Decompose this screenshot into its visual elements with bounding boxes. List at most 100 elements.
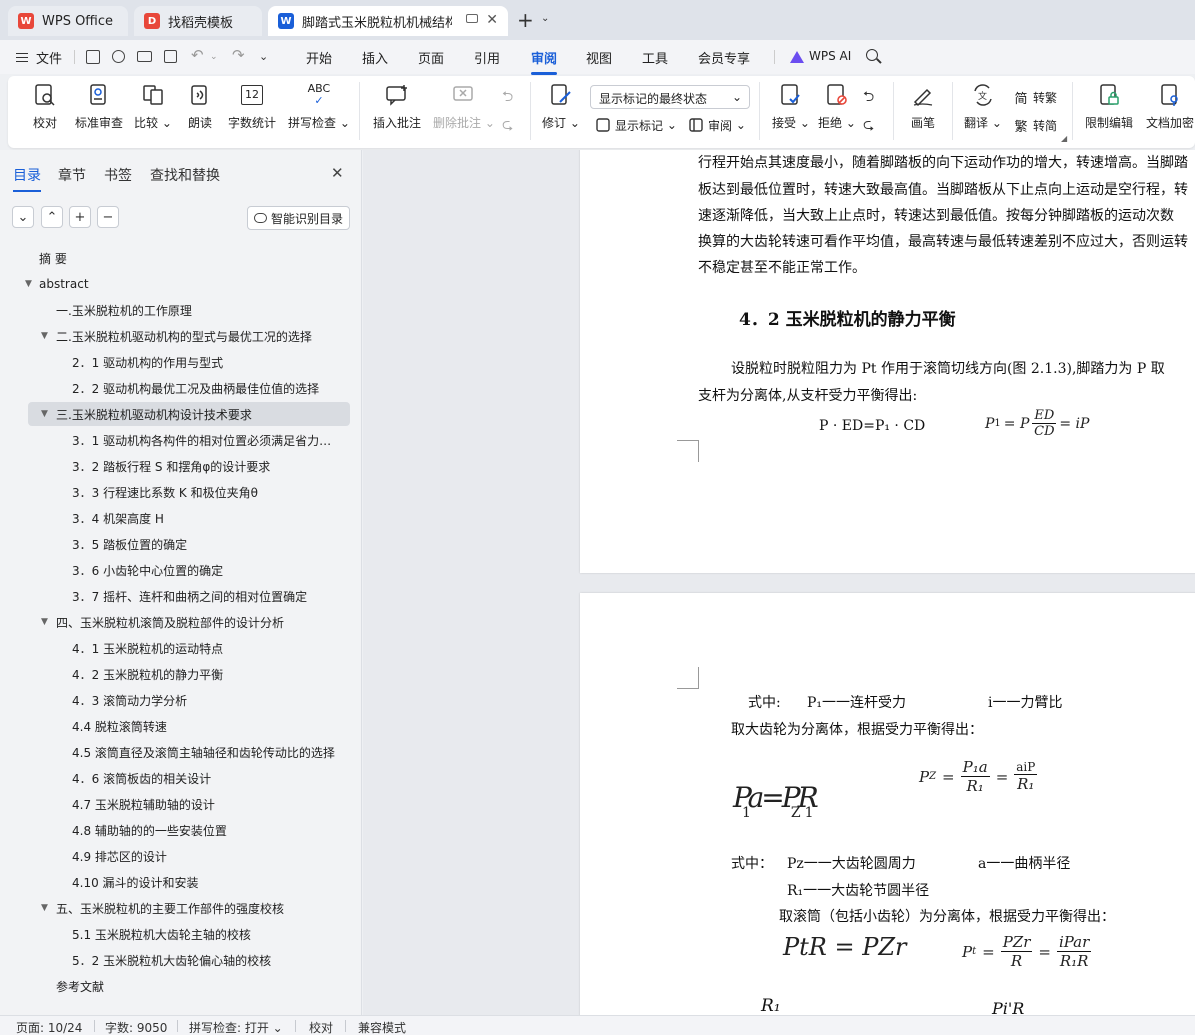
undo-icon[interactable]: ↶ xyxy=(191,46,204,64)
translate-button[interactable]: 文 翻译 ⌄ xyxy=(964,82,1002,131)
read-aloud-button[interactable]: 朗读 xyxy=(187,82,213,131)
to-traditional-button[interactable]: 简 转繁 xyxy=(1012,88,1057,107)
remove-heading-button[interactable]: − xyxy=(97,206,119,228)
tab-wps-office[interactable]: W WPS Office xyxy=(8,6,128,36)
smart-toc-button[interactable]: 智能识别目录 xyxy=(247,206,350,230)
pen-button[interactable]: 画笔 xyxy=(910,82,936,131)
menu-member[interactable]: 会员专享 xyxy=(698,48,750,67)
toc-item[interactable]: 4．2 玉米脱粒机的静力平衡 xyxy=(0,662,362,686)
expand-level-button[interactable]: ⌃ xyxy=(41,206,63,228)
menu-page[interactable]: 页面 xyxy=(418,48,444,67)
tab-document[interactable]: W 脚踏式玉米脱粒机机械结构设计 ✕ xyxy=(268,6,508,36)
next-comment-icon[interactable]: ⮎ xyxy=(502,114,513,138)
menu-insert[interactable]: 插入 xyxy=(362,48,388,67)
compare-button[interactable]: 比较 ⌄ xyxy=(134,82,172,131)
toc-item[interactable]: 3．7 摇杆、连杆和曲柄之间的相对位置确定 xyxy=(0,584,362,608)
toc-item[interactable]: 3．4 机架高度 H xyxy=(0,506,362,530)
toc-item[interactable]: 4.4 脱粒滚筒转速 xyxy=(0,714,362,738)
menu-file[interactable]: 文件 xyxy=(36,48,62,67)
print-icon[interactable] xyxy=(137,51,152,62)
menu-view[interactable]: 视图 xyxy=(586,48,612,67)
prev-comment-icon[interactable]: ⮌ xyxy=(502,86,513,110)
toc-item[interactable]: ▼ 三.玉米脱粒机驱动机构设计技术要求 xyxy=(28,402,350,426)
tab-find-replace[interactable]: 查找和替换 xyxy=(150,165,220,185)
delete-comment-button[interactable]: 删除批注 ⌄ xyxy=(433,82,495,131)
more-chevron-icon[interactable]: ⌄ xyxy=(259,50,268,63)
expand-triangle-icon[interactable]: ▼ xyxy=(25,279,32,289)
menu-review[interactable]: 审阅 xyxy=(531,48,558,75)
close-tab-icon[interactable]: ✕ xyxy=(486,12,498,28)
monitor-icon[interactable] xyxy=(466,14,478,23)
menu-wps-ai[interactable]: WPS AI xyxy=(809,49,851,63)
proofread-button[interactable]: 校对 xyxy=(32,82,58,131)
toc-item[interactable]: ▼ 五、玉米脱粒机的主要工作部件的强度校核 xyxy=(0,896,362,920)
toc-item[interactable]: 3．2 踏板行程 S 和摆角φ的设计要求 xyxy=(0,454,362,478)
document-encrypt-button[interactable]: 文档加密 xyxy=(1146,82,1194,131)
close-pane-icon[interactable]: ✕ xyxy=(331,164,344,182)
toc-item[interactable]: 一.玉米脱粒机的工作原理 xyxy=(0,298,362,322)
toc-item[interactable]: 3．1 驱动机构各构件的相对位置必须满足省力要求 xyxy=(0,428,362,452)
insert-comment-button[interactable]: 插入批注 xyxy=(373,82,421,131)
reject-button[interactable]: 拒绝 ⌄ xyxy=(818,82,856,131)
toc-item[interactable]: 摘 要 xyxy=(0,246,362,270)
ribbon-expand-icon[interactable]: ◢ xyxy=(1061,134,1067,143)
share-icon[interactable] xyxy=(112,50,125,63)
expand-triangle-icon[interactable]: ▼ xyxy=(41,617,48,627)
add-heading-button[interactable]: + xyxy=(69,206,91,228)
tab-docer-templates[interactable]: D 找稻壳模板 xyxy=(134,6,262,36)
search-icon[interactable] xyxy=(866,49,882,64)
toc-item[interactable]: ▼ abstract xyxy=(0,272,362,296)
toc-item[interactable]: 5.1 玉米脱粒机大齿轮主轴的校核 xyxy=(0,922,362,946)
redo-icon[interactable]: ↷ xyxy=(232,46,245,64)
word-count-button[interactable]: 12 字数统计 xyxy=(228,82,276,131)
tab-toc[interactable]: 目录 xyxy=(13,165,41,192)
print-preview-icon[interactable] xyxy=(164,50,177,63)
toc-item[interactable]: 3．5 踏板位置的确定 xyxy=(0,532,362,556)
new-tab-button[interactable]: + xyxy=(517,8,534,32)
toc-item[interactable]: 4.8 辅助轴的的一些安装位置 xyxy=(0,818,362,842)
toc-item[interactable]: 5．2 玉米脱粒机大齿轮偏心轴的校核 xyxy=(0,948,362,972)
show-markup-button[interactable]: 显示标记 ⌄ xyxy=(594,116,677,134)
undo-chevron-icon[interactable]: ⌄ xyxy=(210,52,218,62)
toc-item[interactable]: 4．6 滚筒板齿的相关设计 xyxy=(0,766,362,790)
spell-check-button[interactable]: ABC ✓ 拼写检查 ⌄ xyxy=(288,82,350,131)
toc-item[interactable]: 3．3 行程速比系数 K 和极位夹角θ xyxy=(0,480,362,504)
menu-tools[interactable]: 工具 xyxy=(642,48,668,67)
accept-button[interactable]: 接受 ⌄ xyxy=(772,82,810,131)
restrict-edit-button[interactable]: 限制编辑 xyxy=(1085,82,1133,131)
word-count-indicator[interactable]: 字数: 9050 xyxy=(105,1019,167,1035)
toc-item[interactable]: 参考文献 xyxy=(0,974,362,998)
toc-item[interactable]: 3．6 小齿轮中心位置的确定 xyxy=(0,558,362,582)
menu-reference[interactable]: 引用 xyxy=(474,48,500,67)
toc-item[interactable]: 4.5 滚筒直径及滚筒主轴轴径和齿轮传动比的选择 xyxy=(0,740,362,764)
to-simplified-button[interactable]: 繁 转简 xyxy=(1012,116,1057,135)
expand-triangle-icon[interactable]: ▼ xyxy=(41,409,48,419)
proofread-indicator[interactable]: 校对 xyxy=(309,1019,333,1035)
expand-triangle-icon[interactable]: ▼ xyxy=(41,331,48,341)
toc-item[interactable]: 4.7 玉米脱粒辅助轴的设计 xyxy=(0,792,362,816)
menu-start[interactable]: 开始 xyxy=(306,48,332,67)
toc-item[interactable]: 4．3 滚筒动力学分析 xyxy=(0,688,362,712)
toc-item[interactable]: 2．1 驱动机构的作用与型式 xyxy=(0,350,362,374)
toc-item[interactable]: 4．1 玉米脱粒机的运动特点 xyxy=(0,636,362,660)
tab-chapters[interactable]: 章节 xyxy=(58,165,86,185)
save-icon[interactable] xyxy=(86,50,100,64)
hamburger-icon[interactable] xyxy=(16,53,28,62)
next-change-icon[interactable]: ⮎ xyxy=(863,114,874,138)
collapse-level-button[interactable]: ⌄ xyxy=(12,206,34,228)
toc-item[interactable]: ▼ 四、玉米脱粒机滚筒及脱粒部件的设计分析 xyxy=(0,610,362,634)
review-pane-button[interactable]: 审阅 ⌄ xyxy=(687,116,746,134)
toc-item[interactable]: 4.10 漏斗的设计和安装 xyxy=(0,870,362,894)
display-state-dropdown[interactable]: 显示标记的最终状态 ⌄ xyxy=(590,85,750,109)
expand-triangle-icon[interactable]: ▼ xyxy=(41,903,48,913)
tab-bookmarks[interactable]: 书签 xyxy=(104,165,132,185)
toc-item[interactable]: 2．2 驱动机构最优工况及曲柄最佳位值的选择 xyxy=(0,376,362,400)
track-changes-button[interactable]: 修订 ⌄ xyxy=(542,82,580,131)
prev-change-icon[interactable]: ⮌ xyxy=(863,86,874,110)
spell-check-indicator[interactable]: 拼写检查: 打开 ⌄ xyxy=(189,1019,283,1035)
page-indicator[interactable]: 页面: 10/24 xyxy=(16,1019,82,1035)
toc-item[interactable]: 4.9 排芯区的设计 xyxy=(0,844,362,868)
standard-review-button[interactable]: 标准审查 xyxy=(75,82,123,131)
tab-list-chevron-icon[interactable]: ⌄ xyxy=(541,13,549,24)
wps-ai-icon[interactable] xyxy=(790,51,804,63)
